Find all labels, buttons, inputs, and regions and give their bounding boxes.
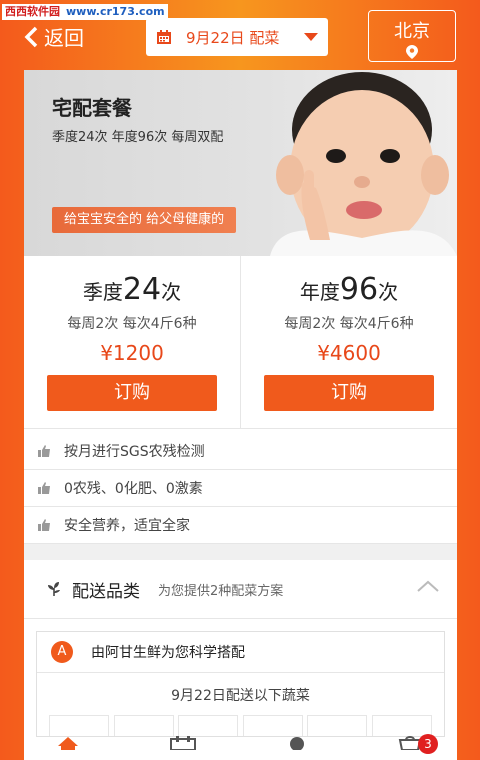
menu-plan-card: A 由阿甘生鲜为您科学搭配 9月22日配送以下蔬菜 — [36, 631, 445, 737]
plan-prefix: 季度 — [82, 280, 123, 304]
plan-suffix: 次 — [378, 280, 399, 304]
feature-text: 安全营养，适宜全家 — [64, 518, 190, 534]
main-content: 宅配套餐 季度24次 年度96次 每周双配 给宝宝安全的 给父母健康的 季度24… — [24, 70, 457, 760]
calendar-icon — [157, 30, 171, 44]
baby-photo — [270, 72, 457, 256]
plan-options: 季度24次 每周2次 每次4斤6种 ¥1200 订购 年度96次 每周2次 每次… — [24, 256, 457, 429]
plan-count: 96 — [339, 272, 379, 307]
banner-slogan: 给宝宝安全的 给父母健康的 — [52, 207, 237, 233]
location-pin-icon — [406, 45, 418, 59]
back-button[interactable]: 返回 — [24, 22, 84, 51]
city-name: 北京 — [394, 21, 430, 42]
feature-list: 按月进行SGS农残检测 0农残、0化肥、0激素 安全营养，适宜全家 — [24, 433, 457, 544]
promo-banner: 宅配套餐 季度24次 年度96次 每周双配 给宝宝安全的 给父母健康的 — [24, 70, 457, 256]
date-selector[interactable]: 9月22日 配菜 — [146, 18, 328, 56]
plan-price: ¥4600 — [317, 341, 381, 365]
back-label: 返回 — [44, 26, 84, 50]
section-divider — [24, 544, 457, 560]
watermark-site-url: www.cr173.com — [66, 5, 165, 18]
vegetable-item[interactable] — [307, 715, 368, 736]
plan-badge: A — [51, 641, 73, 663]
vegetable-item[interactable] — [113, 715, 174, 736]
banner-subtitle: 季度24次 年度96次 每周双配 — [52, 130, 224, 145]
home-icon[interactable] — [57, 736, 79, 750]
vegetable-item[interactable] — [371, 715, 432, 736]
category-title: 配送品类 — [72, 581, 140, 602]
user-icon[interactable] — [288, 736, 306, 750]
watermark: 西西软件园 www.cr173.com — [2, 4, 168, 20]
vegetable-item[interactable] — [242, 715, 303, 736]
feature-item: 按月进行SGS农残检测 — [24, 433, 457, 470]
calendar-tab-icon[interactable] — [170, 736, 196, 750]
banner-title: 宅配套餐 — [52, 96, 132, 120]
feature-text: 0农残、0化肥、0激素 — [64, 481, 203, 497]
plan-name: 季度24次 — [24, 272, 240, 307]
chevron-left-icon — [24, 26, 38, 47]
plan-description: 每周2次 每次4斤6种 — [67, 316, 197, 332]
vegetable-item[interactable] — [49, 715, 109, 736]
plan-price: ¥1200 — [100, 341, 164, 365]
plan-count: 24 — [122, 272, 162, 307]
feature-text: 按月进行SGS农残检测 — [64, 444, 205, 460]
plan-suffix: 次 — [161, 280, 182, 304]
cart-count-badge: 3 — [418, 734, 438, 754]
thumbs-up-icon — [38, 482, 50, 494]
city-selector[interactable]: 北京 — [368, 10, 456, 62]
date-value: 9月22日 配菜 — [186, 28, 280, 47]
watermark-site-name: 西西软件园 — [5, 5, 60, 18]
chevron-down-icon — [304, 33, 318, 41]
delivery-date-line: 9月22日配送以下蔬菜 — [171, 688, 310, 704]
buy-button[interactable]: 订购 — [264, 375, 434, 411]
thumbs-up-icon — [38, 519, 50, 531]
plan-name: 年度96次 — [241, 272, 457, 307]
plan-description: 每周2次 每次4斤6种 — [284, 316, 414, 332]
vegetable-item[interactable] — [178, 715, 239, 736]
buy-button[interactable]: 订购 — [47, 375, 217, 411]
menu-plan-header: A 由阿甘生鲜为您科学搭配 — [37, 632, 444, 673]
plan-yearly: 年度96次 每周2次 每次4斤6种 ¥4600 订购 — [240, 256, 457, 428]
vegetable-grid — [37, 715, 444, 736]
thumbs-up-icon — [38, 445, 50, 457]
bottom-tab-bar: 3 — [24, 734, 457, 754]
category-subtitle: 为您提供2种配菜方案 — [158, 583, 284, 599]
feature-item: 0农残、0化肥、0激素 — [24, 470, 457, 507]
plan-prefix: 年度 — [299, 280, 340, 304]
menu-plan-title: 由阿甘生鲜为您科学搭配 — [91, 645, 245, 661]
feature-item: 安全营养，适宜全家 — [24, 507, 457, 544]
category-header[interactable]: 配送品类 为您提供2种配菜方案 — [24, 560, 457, 619]
chevron-up-icon[interactable] — [417, 580, 439, 592]
plan-quarterly: 季度24次 每周2次 每次4斤6种 ¥1200 订购 — [24, 256, 240, 428]
leaf-icon — [48, 582, 60, 596]
